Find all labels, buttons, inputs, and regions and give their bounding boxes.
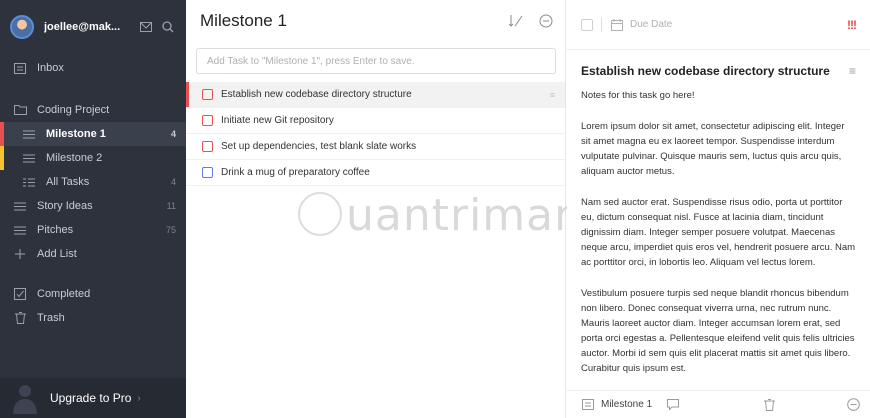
trash-icon[interactable] — [762, 398, 776, 412]
priority-flag-icon[interactable]: !!! — [847, 18, 857, 32]
sidebar: joellee@mak... Inbox Coding Project Mile… — [0, 0, 186, 418]
detail-checkbox[interactable] — [581, 18, 593, 31]
calendar-icon[interactable] — [610, 18, 624, 32]
divider — [601, 17, 602, 32]
more-options-icon[interactable] — [846, 398, 860, 412]
page-title: Milestone 1 — [200, 11, 287, 30]
note-paragraph[interactable]: Nam sed auctor erat. Suspendisse risus o… — [581, 195, 856, 270]
user-email[interactable]: joellee@mak... — [44, 21, 132, 33]
list-color-bar — [0, 146, 4, 170]
sidebar-item-milestone-1[interactable]: Milestone 1 4 — [0, 122, 186, 146]
list-icon — [13, 223, 27, 237]
all-tasks-icon — [22, 175, 36, 189]
sidebar-item-trash[interactable]: Trash — [0, 306, 186, 330]
task-note[interactable]: Notes for this task go here! — [581, 88, 856, 103]
sidebar-item-label: Inbox — [37, 62, 64, 74]
sidebar-item-label: Milestone 2 — [46, 152, 103, 164]
inbox-icon — [13, 61, 27, 75]
task-title[interactable]: Establish new codebase directory structu… — [581, 64, 849, 79]
sidebar-item-all-tasks[interactable]: All Tasks 4 — [0, 170, 186, 194]
detail-title-row: Establish new codebase directory structu… — [581, 64, 856, 79]
sidebar-item-milestone-2[interactable]: Milestone 2 — [0, 146, 186, 170]
item-count: 4 — [170, 129, 176, 139]
sidebar-item-label: Trash — [37, 312, 65, 324]
sidebar-header: joellee@mak... — [0, 0, 186, 54]
drag-handle-icon[interactable]: ≡ — [550, 90, 555, 100]
sidebar-item-coding-project[interactable]: Coding Project — [0, 98, 186, 122]
task-label: Establish new codebase directory structu… — [221, 89, 412, 100]
plus-icon — [13, 247, 27, 261]
search-icon[interactable] — [160, 19, 176, 35]
avatar[interactable] — [10, 15, 34, 39]
list-icon — [22, 151, 36, 165]
task-list-header: Milestone 1 — [186, 0, 565, 42]
list-name-button[interactable]: Milestone 1 — [601, 399, 652, 410]
sort-icon[interactable] — [507, 12, 525, 30]
watermark-bulb-icon — [298, 192, 342, 236]
task-checkbox[interactable] — [202, 167, 213, 178]
sidebar-item-label: Milestone 1 — [46, 128, 106, 140]
more-options-icon[interactable] — [537, 12, 555, 30]
task-label: Drink a mug of preparatory coffee — [221, 167, 370, 178]
sidebar-item-pitches[interactable]: Pitches 75 — [0, 218, 186, 242]
list-color-bar — [0, 122, 4, 146]
task-checkbox[interactable] — [202, 89, 213, 100]
task-label: Initiate new Git repository — [221, 115, 334, 126]
task-label: Set up dependencies, test blank slate wo… — [221, 141, 417, 152]
sidebar-item-inbox[interactable]: Inbox — [0, 56, 186, 80]
note-paragraph[interactable]: Vestibulum posuere turpis sed neque blan… — [581, 286, 856, 376]
completed-icon — [13, 287, 27, 301]
sidebar-item-label: Coding Project — [37, 104, 110, 116]
chevron-right-icon: › — [137, 392, 141, 404]
task-detail-pane: Due Date !!! Establish new codebase dire… — [567, 0, 870, 418]
detail-header: Due Date !!! — [567, 0, 870, 50]
upgrade-figure-icon — [13, 385, 37, 414]
item-count: 11 — [166, 201, 176, 211]
sidebar-item-label: Add List — [37, 248, 77, 260]
task-row[interactable]: Drink a mug of preparatory coffee — [186, 160, 565, 186]
list-move-icon[interactable] — [581, 398, 595, 412]
task-row[interactable]: Establish new codebase directory structu… — [186, 82, 565, 108]
sidebar-item-add-list[interactable]: Add List — [0, 242, 186, 266]
list-icon — [13, 199, 27, 213]
detail-body: Establish new codebase directory structu… — [567, 50, 870, 390]
sidebar-item-label: All Tasks — [46, 176, 90, 188]
task-list-pane: Milestone 1 Establish new codebase direc… — [186, 0, 611, 418]
task-row[interactable]: Initiate new Git repository — [186, 108, 565, 134]
folder-icon — [13, 103, 27, 117]
comment-icon[interactable] — [666, 398, 680, 412]
item-count: 4 — [170, 177, 176, 187]
task-checkbox[interactable] — [202, 115, 213, 126]
sidebar-item-label: Pitches — [37, 224, 74, 236]
menu-icon[interactable]: ≡ — [849, 64, 856, 79]
list-icon — [22, 127, 36, 141]
note-paragraph[interactable]: Lorem ipsum dolor sit amet, consectetur … — [581, 119, 856, 179]
mail-icon[interactable] — [138, 19, 154, 35]
item-count: 75 — [165, 225, 176, 235]
sidebar-item-label: Completed — [37, 288, 91, 300]
sidebar-item-story-ideas[interactable]: Story Ideas 11 — [0, 194, 186, 218]
trash-icon — [13, 311, 27, 325]
detail-footer: Milestone 1 — [567, 390, 870, 418]
due-date-button[interactable]: Due Date — [630, 19, 847, 30]
task-row[interactable]: Set up dependencies, test blank slate wo… — [186, 134, 565, 160]
sidebar-item-label: Story Ideas — [37, 200, 93, 212]
task-checkbox[interactable] — [202, 141, 213, 152]
upgrade-label: Upgrade to Pro — [50, 391, 132, 405]
upgrade-button[interactable]: Upgrade to Pro › — [0, 378, 186, 418]
add-task-input[interactable] — [196, 48, 556, 74]
sidebar-item-completed[interactable]: Completed — [0, 282, 186, 306]
